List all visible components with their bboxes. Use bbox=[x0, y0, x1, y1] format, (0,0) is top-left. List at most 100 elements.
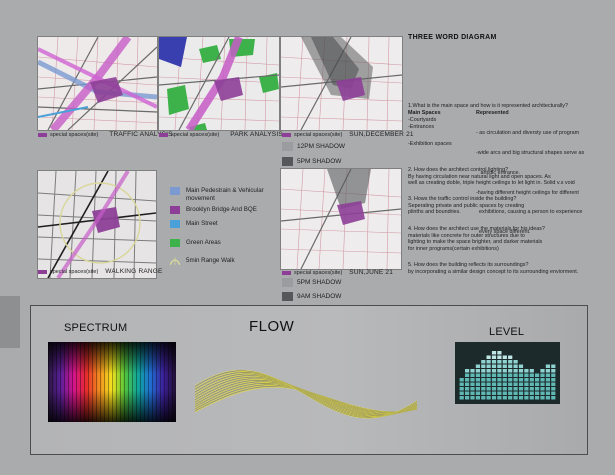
walking-map-caption: special spaces(site) WALKING RANGE bbox=[38, 268, 163, 275]
level-segment bbox=[475, 369, 480, 373]
space-item: -Entrances bbox=[408, 123, 435, 130]
level-segment bbox=[518, 382, 524, 386]
june-legend-label: special spaces(site) bbox=[294, 269, 343, 276]
level-segment bbox=[486, 391, 491, 395]
level-segment bbox=[529, 387, 534, 391]
level-segment bbox=[518, 396, 524, 400]
level-segment bbox=[518, 364, 524, 368]
answer-block-3: 3. Hows the traffic control inside the b… bbox=[408, 196, 613, 216]
level-segment bbox=[540, 373, 545, 377]
level-segment bbox=[513, 378, 518, 382]
level-segment bbox=[524, 387, 529, 391]
december-map-caption: special spaces(site) SUN,DECEMBER 21 bbox=[282, 131, 414, 138]
level-segment bbox=[540, 378, 545, 382]
answer-line: Seperating private and public spaces by … bbox=[408, 202, 525, 209]
level-segment bbox=[508, 396, 513, 400]
level-segment bbox=[481, 378, 486, 382]
june-map-caption: special spaces(site) SUN,JUNE 21 bbox=[282, 269, 393, 276]
level-segment bbox=[545, 378, 550, 382]
level-segment bbox=[481, 396, 486, 400]
walk-range-icon bbox=[170, 257, 180, 265]
level-segment bbox=[524, 369, 529, 373]
level-segment bbox=[465, 396, 470, 400]
level-segment bbox=[491, 396, 497, 400]
level-segment bbox=[535, 396, 540, 400]
question-5: 5. How does the building reflects its su… bbox=[408, 262, 529, 268]
level-segment bbox=[497, 378, 502, 382]
level-segment bbox=[540, 382, 545, 386]
park-map-graphic bbox=[159, 37, 279, 130]
level-segment bbox=[551, 378, 556, 382]
walking-range-map bbox=[37, 170, 157, 279]
level-segment bbox=[513, 360, 518, 364]
walking-map-graphic bbox=[38, 171, 156, 278]
level-segment bbox=[497, 382, 502, 386]
shadow-swatch bbox=[282, 157, 293, 166]
level-segment bbox=[491, 391, 497, 395]
flow-line bbox=[195, 386, 417, 413]
level-segment bbox=[545, 369, 550, 373]
shadow-swatch bbox=[282, 292, 293, 301]
level-segment bbox=[551, 391, 556, 395]
map-legend: Main Pedestrain & Vehicular movement Bro… bbox=[170, 187, 280, 265]
december-shadow-row: 12PM SHADOW bbox=[282, 142, 345, 151]
level-segment bbox=[524, 382, 529, 386]
answer-line: well as creating doble, triple height ce… bbox=[408, 180, 575, 187]
walking-legend-label: special spaces(site) bbox=[50, 268, 99, 275]
level-segment bbox=[529, 373, 534, 377]
level-segment bbox=[508, 382, 513, 386]
level-segment bbox=[459, 396, 464, 400]
level-segment bbox=[465, 387, 470, 391]
level-segment bbox=[481, 382, 486, 386]
level-segment bbox=[475, 391, 480, 395]
june-shadow-2: 9AM SHADOW bbox=[297, 293, 342, 300]
level-segment bbox=[513, 382, 518, 386]
answer-line: materials like concrete for outer struct… bbox=[408, 232, 525, 239]
december-map-title: SUN,DECEMBER 21 bbox=[349, 131, 414, 138]
level-segment bbox=[518, 373, 524, 377]
park-legend-label: special spaces(site) bbox=[171, 131, 220, 138]
level-segment bbox=[551, 387, 556, 391]
legend-label: Main Street bbox=[186, 220, 218, 227]
diagram-title: THREE WORD DIAGRAM bbox=[408, 34, 497, 41]
level-segment bbox=[497, 387, 502, 391]
december-shadow-legend: 12PM SHADOW 5PM SHADOW bbox=[282, 142, 345, 166]
level-segment bbox=[481, 373, 486, 377]
level-segment bbox=[486, 373, 491, 377]
level-segment bbox=[535, 387, 540, 391]
flow-line bbox=[195, 374, 417, 417]
level-segment bbox=[540, 387, 545, 391]
june-shadow-row: 5PM SHADOW bbox=[282, 278, 341, 287]
level-segment bbox=[508, 364, 513, 368]
level-segment bbox=[486, 396, 491, 400]
june-shadow-1: 5PM SHADOW bbox=[297, 279, 342, 286]
level-segment bbox=[486, 369, 491, 373]
level-segment bbox=[475, 387, 480, 391]
level-segment bbox=[475, 382, 480, 386]
level-segment bbox=[491, 360, 497, 364]
level-segment bbox=[491, 387, 497, 391]
level-segment bbox=[470, 369, 475, 373]
answer-block-5: 5. How does the building reflects its su… bbox=[408, 262, 613, 275]
flow-line bbox=[195, 383, 417, 414]
level-segment bbox=[508, 373, 513, 377]
shadow-swatch bbox=[282, 142, 293, 151]
spaces-list: -Courtyards -Entrances -Exhibition space… bbox=[408, 117, 474, 147]
traffic-legend-label: special spaces(site) bbox=[50, 131, 99, 138]
level-segment bbox=[470, 387, 475, 391]
level-segment bbox=[486, 378, 491, 382]
legend-item: 5min Range Walk bbox=[170, 257, 280, 265]
legend-swatch bbox=[170, 187, 180, 195]
level-segment bbox=[465, 369, 470, 373]
level-segment bbox=[513, 373, 518, 377]
level-segment bbox=[459, 378, 464, 382]
level-segment bbox=[465, 373, 470, 377]
level-segment bbox=[551, 373, 556, 377]
level-segment bbox=[502, 387, 507, 391]
three-word-panel: SPECTRUM FLOW LEVEL bbox=[30, 305, 588, 455]
level-segment bbox=[545, 364, 550, 368]
level-segment bbox=[513, 369, 518, 373]
level-title: LEVEL bbox=[489, 326, 525, 338]
level-segment bbox=[545, 382, 550, 386]
level-segment bbox=[535, 382, 540, 386]
